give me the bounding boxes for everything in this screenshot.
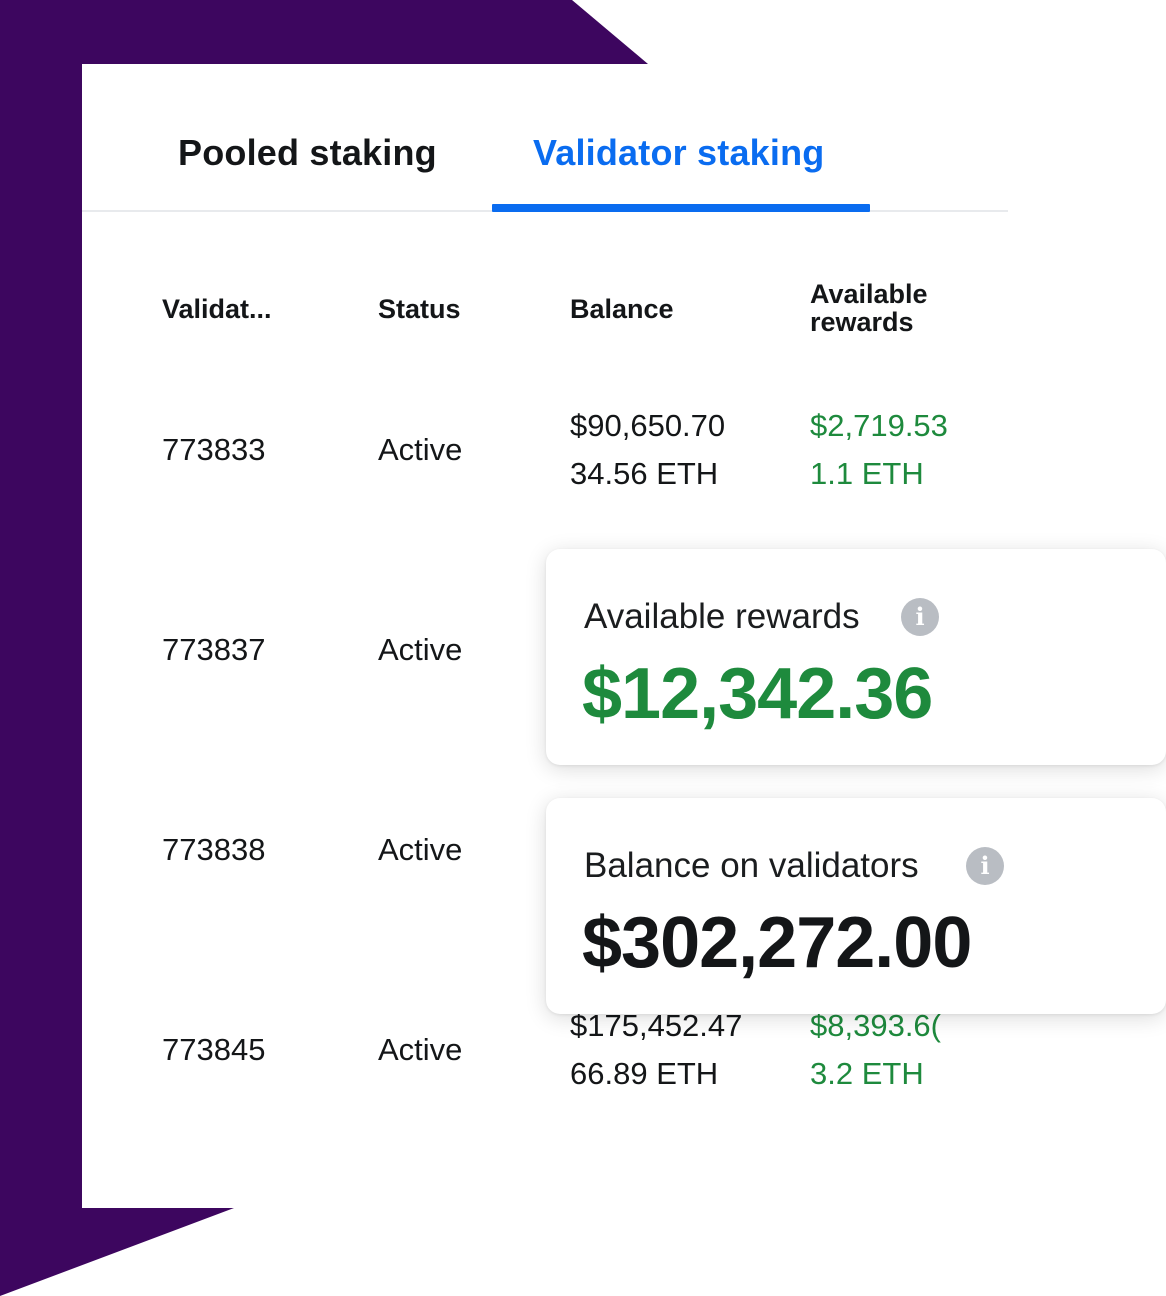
balance-eth: 34.56 ETH [570,456,719,491]
tab-bar: Pooled staking Validator staking [82,64,1008,212]
header-status: Status [378,294,461,324]
header-rewards-line1: Available [810,279,928,309]
balance-eth: 66.89 ETH [570,1056,719,1091]
balance-on-validators-card: Balance on validators i $302,272.00 [546,798,1166,1014]
info-icon[interactable]: i [901,598,939,636]
validator-status: Active [378,432,463,467]
balance-usd: $90,650.70 [570,408,726,443]
header-available-rewards: Available rewards [810,280,928,336]
tab-pooled-staking[interactable]: Pooled staking [178,132,437,174]
validator-status: Active [378,632,463,667]
rewards-eth: 3.2 ETH [810,1056,924,1091]
tab-validator-staking[interactable]: Validator staking [533,132,825,174]
rewards-usd: $2,719.53 [810,408,948,443]
rewards-eth: 1.1 ETH [810,456,924,491]
balance-on-validators-label: Balance on validators [584,846,919,885]
header-balance: Balance [570,294,674,324]
validator-status: Active [378,832,463,867]
validator-id: 773837 [162,632,266,667]
available-rewards-value: $12,342.36 [582,654,933,734]
info-icon[interactable]: i [966,847,1004,885]
header-validator: Validat... [162,294,272,324]
validator-id: 773833 [162,432,266,467]
available-rewards-label: Available rewards [584,597,860,636]
header-rewards-line2: rewards [810,307,914,337]
validator-id: 773845 [162,1032,266,1067]
active-tab-indicator [492,204,870,212]
validator-id: 773838 [162,832,266,867]
balance-on-validators-value: $302,272.00 [582,903,972,983]
available-rewards-card: Available rewards i $12,342.36 [546,549,1166,765]
validator-status: Active [378,1032,463,1067]
